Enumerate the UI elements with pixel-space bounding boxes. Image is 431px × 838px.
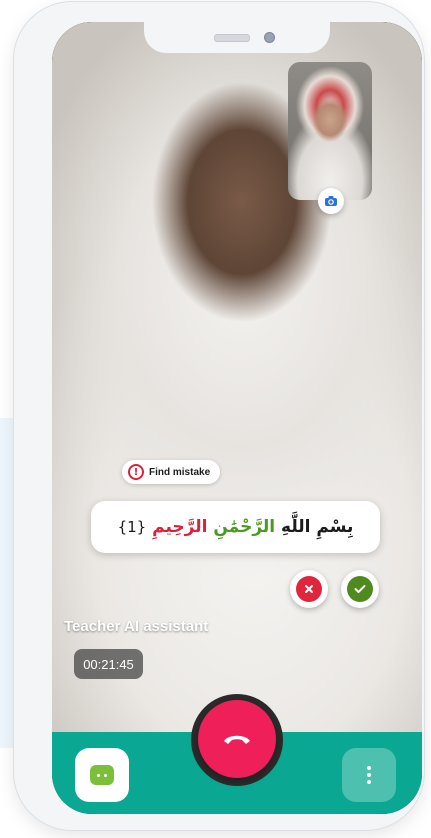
check-icon (354, 585, 366, 593)
end-call-button[interactable] (198, 700, 276, 778)
find-mistake-button[interactable]: ! Find mistake (122, 460, 221, 484)
chat-button[interactable] (75, 748, 129, 802)
reject-button[interactable] (290, 570, 328, 608)
self-video-preview[interactable] (288, 62, 372, 200)
more-vertical-icon (367, 766, 371, 784)
phone-frame: ! Find mistake بِسْمِ اللَّهِ الرَّحْمَٰ… (14, 2, 424, 830)
camera-switch-icon (325, 196, 337, 206)
verse-text-highlight-green: الرَّحْمَٰنِ (213, 517, 276, 537)
speaker-grill (214, 34, 250, 42)
verse-text-highlight-red: الرَّحِيمِ (152, 517, 208, 537)
verse-text-correct: بِسْمِ اللَّهِ (281, 517, 354, 537)
more-options-button[interactable] (342, 748, 396, 802)
chat-icon (90, 765, 114, 785)
accept-button[interactable] (341, 570, 379, 608)
camera-switch-button[interactable] (318, 188, 344, 214)
exclamation-icon: ! (128, 464, 144, 480)
teacher-name: Teacher AI assistant (64, 618, 209, 635)
verse-number: {1} (117, 518, 147, 536)
front-camera (264, 32, 275, 43)
call-screen: ! Find mistake بِسْمِ اللَّهِ الرَّحْمَٰ… (52, 22, 422, 814)
verse-card: بِسْمِ اللَّهِ الرَّحْمَٰنِ الرَّحِيمِ {… (91, 501, 380, 553)
phone-hangup-icon (224, 735, 250, 744)
x-icon (305, 585, 313, 593)
call-timer: 00:21:45 (74, 649, 143, 679)
phone-notch (144, 22, 330, 53)
find-mistake-label: Find mistake (149, 466, 211, 478)
